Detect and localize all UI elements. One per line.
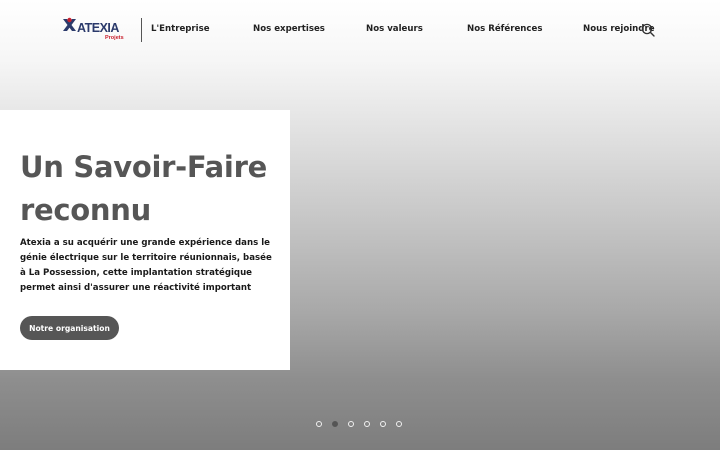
logo-divider xyxy=(141,18,142,42)
carousel-dot-active[interactable] xyxy=(332,421,338,427)
atexia-x-mark-icon xyxy=(63,17,76,31)
nav-item-references[interactable]: Nos Références xyxy=(467,24,542,34)
carousel-dot[interactable] xyxy=(380,421,386,427)
atexia-logo[interactable]: ATEXIA Projets xyxy=(62,16,126,44)
hero-description: Atexia a su acquérir une grande expérien… xyxy=(20,238,272,293)
nav-item-expertises[interactable]: Nos expertises xyxy=(253,24,325,34)
hero-title: Un Savoir-Faire reconnu xyxy=(20,150,267,227)
notre-organisation-button[interactable]: Notre organisation xyxy=(20,316,119,340)
carousel-dot[interactable] xyxy=(364,421,370,427)
search-icon[interactable] xyxy=(641,23,655,37)
nav-item-valeurs[interactable]: Nos valeurs xyxy=(366,24,423,34)
carousel-dot[interactable] xyxy=(396,421,402,427)
logo-sub-text: Projets xyxy=(105,35,124,41)
carousel-pagination xyxy=(316,421,402,429)
nav-item-entreprise[interactable]: L'Entreprise xyxy=(151,24,210,34)
logo-brand-text: ATEXIA xyxy=(77,21,119,35)
site-header: ATEXIA Projets L'Entreprise Nos expertis… xyxy=(0,0,720,62)
carousel-dot[interactable] xyxy=(348,421,354,427)
carousel-dot[interactable] xyxy=(316,421,322,427)
